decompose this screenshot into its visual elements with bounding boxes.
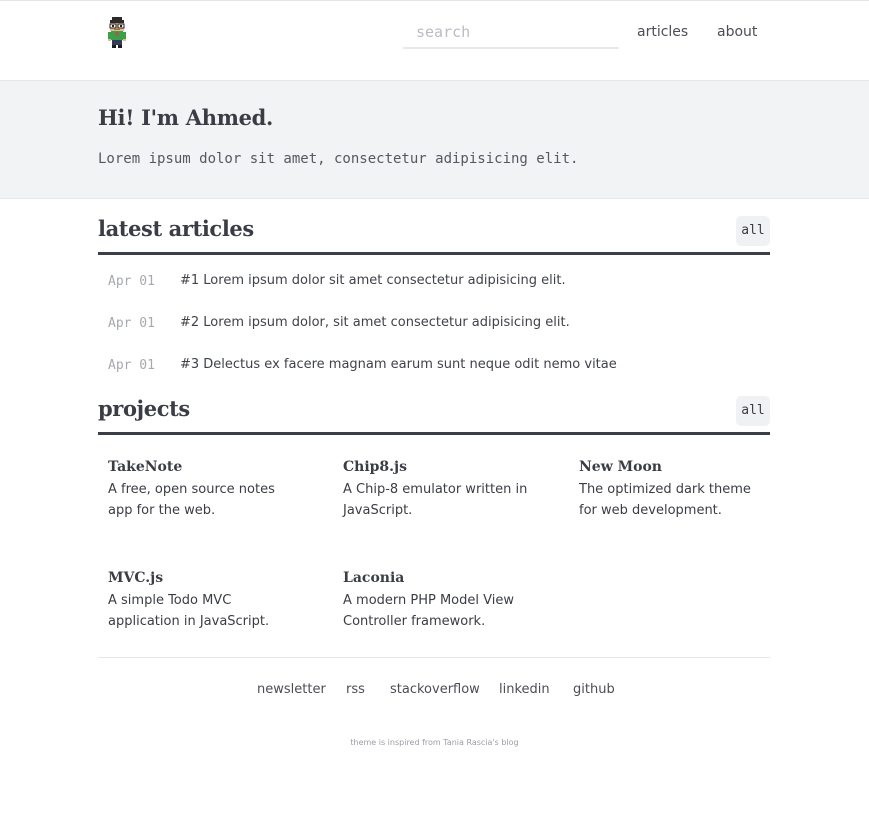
- project-description: A Chip-8 emulator written in JavaScript.: [343, 482, 528, 518]
- footer-divider: [98, 657, 770, 658]
- article-title: #2 Lorem ipsum dolor, sit amet consectet…: [180, 315, 570, 330]
- footer-credit: theme is inspired from Tania Rascia's bl…: [350, 738, 519, 747]
- article-title: #1 Lorem ipsum dolor sit amet consectetu…: [180, 273, 566, 288]
- all-projects-button[interactable]: all: [736, 396, 770, 426]
- project-name-link[interactable]: TakeNote: [108, 459, 298, 475]
- article-date: Apr 01: [108, 358, 155, 373]
- article-item[interactable]: Apr 01 #2 Lorem ipsum dolor, sit amet co…: [98, 309, 770, 339]
- footer-link-github[interactable]: github: [573, 682, 615, 697]
- project-card: Chip8.js A Chip-8 emulator written in Ja…: [343, 459, 533, 521]
- article-date: Apr 01: [108, 274, 155, 289]
- all-articles-button[interactable]: all: [736, 216, 770, 246]
- project-card: Laconia A modern PHP Model View Controll…: [343, 570, 533, 632]
- project-name-link[interactable]: Chip8.js: [343, 459, 533, 475]
- project-name-link[interactable]: MVC.js: [108, 570, 298, 586]
- project-description: A simple Todo MVC application in JavaScr…: [108, 593, 270, 629]
- article-title: #3 Delectus ex facere magnam earum sunt …: [180, 357, 617, 372]
- hero-title: Hi! I'm Ahmed.: [98, 105, 274, 130]
- project-card: New Moon The optimized dark theme for we…: [579, 459, 769, 521]
- hero-banner: Hi! I'm Ahmed. Lorem ipsum dolor sit ame…: [0, 80, 869, 199]
- article-item[interactable]: Apr 01 #1 Lorem ipsum dolor sit amet con…: [98, 267, 770, 297]
- footer-link-stackoverflow[interactable]: stackoverflow: [390, 682, 480, 697]
- project-card: TakeNote A free, open source notes app f…: [108, 459, 298, 521]
- projects-section-title: projects: [98, 396, 190, 421]
- articles-section-header: latest articles all: [98, 216, 770, 255]
- articles-section-title: latest articles: [98, 216, 254, 241]
- hero-subtitle: Lorem ipsum dolor sit amet, consectetur …: [98, 151, 579, 167]
- search-input[interactable]: [403, 19, 619, 49]
- project-description: A free, open source notes app for the we…: [108, 482, 275, 518]
- footer-link-newsletter[interactable]: newsletter: [257, 682, 326, 697]
- nav-articles-link[interactable]: articles: [637, 24, 688, 40]
- project-name-link[interactable]: Laconia: [343, 570, 533, 586]
- project-description: A modern PHP Model View Controller frame…: [343, 593, 514, 629]
- project-description: The optimized dark theme for web develop…: [579, 482, 751, 518]
- projects-section-header: projects all: [98, 396, 770, 435]
- site-header: articles about: [0, 1, 869, 80]
- article-item[interactable]: Apr 01 #3 Delectus ex facere magnam earu…: [98, 351, 770, 381]
- pixel-avatar-icon: [108, 17, 126, 48]
- footer-link-rss[interactable]: rss: [346, 682, 365, 697]
- footer-link-linkedin[interactable]: linkedin: [499, 682, 550, 697]
- nav-about-link[interactable]: about: [717, 24, 757, 40]
- project-name-link[interactable]: New Moon: [579, 459, 769, 475]
- article-date: Apr 01: [108, 316, 155, 331]
- project-card: MVC.js A simple Todo MVC application in …: [108, 570, 298, 632]
